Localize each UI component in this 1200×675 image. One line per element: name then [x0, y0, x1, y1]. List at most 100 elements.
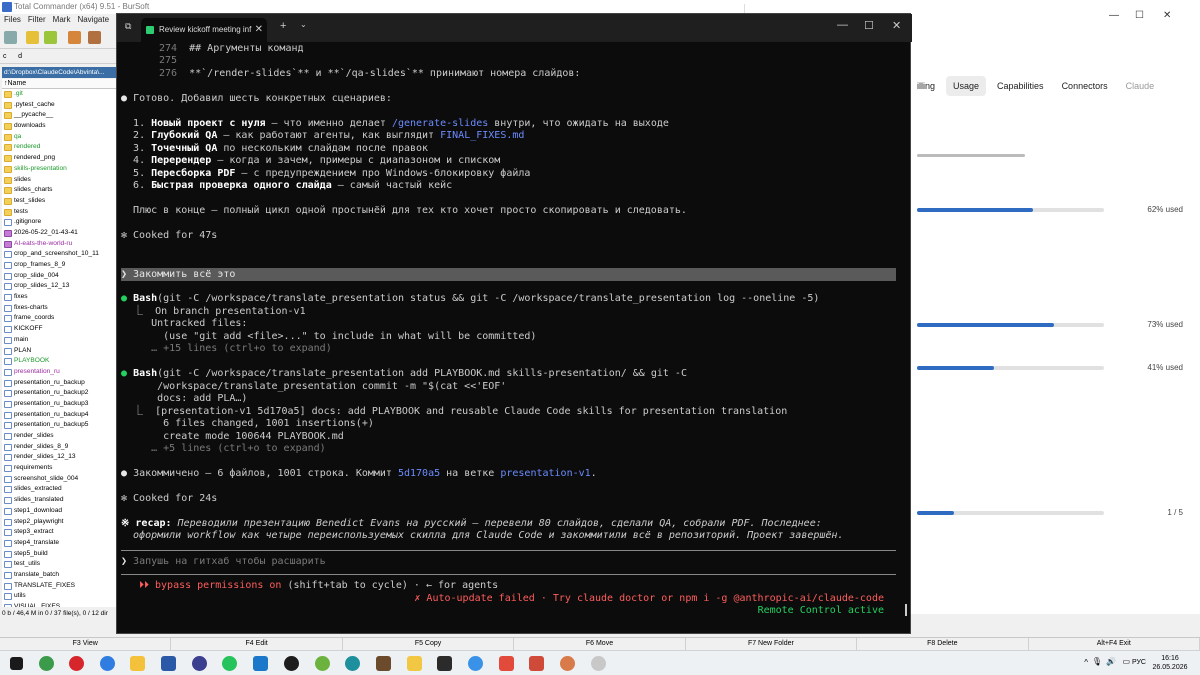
tab-usage[interactable]: Usage [946, 76, 987, 96]
terminal-body[interactable]: 274 ## Аргументы команд 275 276 **`/rend… [117, 42, 912, 635]
file-list-item[interactable]: step3_extract [2, 527, 118, 538]
app-icon-green[interactable] [315, 656, 330, 671]
windows-start-icon[interactable] [10, 657, 23, 670]
tab-billing[interactable]: illing [910, 76, 942, 96]
file-explorer-icon[interactable] [130, 656, 145, 671]
minimize-icon[interactable]: — [1109, 10, 1119, 21]
file-list-item[interactable]: KICKOFF [2, 324, 118, 335]
terminal-tab[interactable]: Review kickoff meeting inf ✕ [141, 18, 267, 42]
file-list-item[interactable]: .git [2, 89, 118, 100]
file-list-item[interactable]: slides [2, 175, 118, 186]
file-list-item[interactable]: downloads [2, 121, 118, 132]
app-icon-brown[interactable] [376, 656, 391, 671]
file-list-item[interactable]: step4_translate [2, 538, 118, 549]
terminal-taskbar-icon[interactable] [437, 656, 452, 671]
refresh-icon[interactable] [4, 31, 17, 44]
file-list-item[interactable]: VISUAL_FIXES [2, 602, 118, 607]
tc-menu-mark[interactable]: Mark [53, 15, 71, 24]
file-list-item[interactable]: fixes [2, 292, 118, 303]
f4-edit-button[interactable]: F4 Edit [171, 638, 343, 650]
tc-menu-navigate[interactable]: Navigate [77, 15, 109, 24]
microphone-icon[interactable]: 🎙 [1092, 657, 1102, 666]
app-icon-teal[interactable] [345, 656, 360, 671]
maximize-icon[interactable]: ☐ [1135, 10, 1144, 21]
tc-current-path[interactable]: d:\Dropbox\ClaudeCode\Abvinta\... [2, 67, 118, 78]
file-list-item[interactable]: .pytest_cache [2, 100, 118, 111]
tab-close-icon[interactable]: ✕ [255, 18, 263, 42]
file-list-item[interactable]: TRANSLATE_FIXES [2, 581, 118, 592]
f5-copy-button[interactable]: F5 Copy [343, 638, 515, 650]
f6-move-button[interactable]: F6 Move [514, 638, 686, 650]
file-list-item[interactable]: 2026-05-22_01-43-41 [2, 228, 118, 239]
store-icon[interactable] [253, 656, 268, 671]
file-list-item[interactable]: PLAN [2, 346, 118, 357]
todo-icon[interactable] [192, 656, 207, 671]
f7-new-folder-button[interactable]: F7 New Folder [686, 638, 858, 650]
close-icon[interactable]: ✕ [1163, 10, 1171, 21]
file-list-item[interactable]: frame_coords [2, 313, 118, 324]
gmail-icon[interactable] [529, 656, 544, 671]
messenger-icon[interactable] [468, 656, 483, 671]
tray-chevron-icon[interactable]: ^ [1084, 658, 1088, 667]
file-list-item[interactable]: fixes-charts [2, 303, 118, 314]
chrome-icon[interactable] [39, 656, 54, 671]
file-list-item[interactable]: presentation_ru_backup5 [2, 420, 118, 431]
whatsapp-icon[interactable] [222, 656, 237, 671]
terminal-menu-icon[interactable]: ⧉ [125, 21, 131, 32]
claude-icon[interactable] [560, 656, 575, 671]
app-icon-red[interactable] [499, 656, 514, 671]
bash-output-2-expand[interactable]: … +5 lines (ctrl+o to expand) [121, 443, 326, 455]
pack-icon[interactable] [68, 31, 81, 44]
speaker-icon[interactable]: 🔊 [1106, 657, 1116, 666]
terminal-scrollbar[interactable] [905, 604, 907, 616]
taskbar-clock[interactable]: 16:16 26.05.2026 [1150, 654, 1190, 672]
terminal-maximize-icon[interactable]: ☐ [864, 19, 874, 32]
tc-column-name[interactable]: ↑Name [2, 79, 118, 89]
file-list-item[interactable]: AI-eats-the-world-ru [2, 239, 118, 250]
unpack-icon[interactable] [88, 31, 101, 44]
file-list-item[interactable]: PLAYBOOK [2, 356, 118, 367]
forward-arrow-icon[interactable] [44, 31, 57, 44]
f8-delete-button[interactable]: F8 Delete [857, 638, 1029, 650]
drive-d-button[interactable]: d [18, 53, 22, 60]
tc-menu-filter[interactable]: Filter [28, 15, 46, 24]
file-list-item[interactable]: rendered [2, 142, 118, 153]
file-list-item[interactable]: render_slides [2, 431, 118, 442]
file-list-item[interactable]: presentation_ru_backup2 [2, 388, 118, 399]
file-list-item[interactable]: skills-presentation [2, 164, 118, 175]
file-list-item[interactable]: render_slides_12_13 [2, 452, 118, 463]
file-list-item[interactable]: slides_charts [2, 185, 118, 196]
tc-menu-files[interactable]: Files [4, 15, 21, 24]
terminal-close-icon[interactable]: ✕ [892, 19, 901, 32]
file-list-item[interactable]: presentation_ru_backup4 [2, 410, 118, 421]
app-icon-dark[interactable] [284, 656, 299, 671]
file-list-item[interactable]: qa [2, 132, 118, 143]
file-list-item[interactable]: utils [2, 591, 118, 602]
file-list-item[interactable]: presentation_ru [2, 367, 118, 378]
file-list-item[interactable]: step1_download [2, 506, 118, 517]
bash-output-1-expand[interactable]: … +15 lines (ctrl+o to expand) [121, 343, 332, 355]
app-icon-grey[interactable] [591, 656, 606, 671]
file-list-item[interactable]: step2_playwright [2, 517, 118, 528]
file-list-item[interactable]: crop_slide_004 [2, 271, 118, 282]
chat-input[interactable]: ❯ Запушь на гитхаб чтобы расшарить [121, 556, 326, 568]
file-list-item[interactable]: slides_extracted [2, 484, 118, 495]
tab-connectors[interactable]: Connectors [1055, 76, 1115, 96]
file-list-item[interactable]: .gitignore [2, 217, 118, 228]
f3-view-button[interactable]: F3 View [0, 638, 172, 650]
file-list-item[interactable]: crop_frames_8_9 [2, 260, 118, 271]
file-list-item[interactable]: step5_build [2, 549, 118, 560]
tab-claude-code[interactable]: Claude [1119, 76, 1162, 96]
file-list-item[interactable]: main [2, 335, 118, 346]
terminal-minimize-icon[interactable]: — [837, 19, 848, 31]
file-list-item[interactable]: presentation_ru_backup3 [2, 399, 118, 410]
yandex-browser-icon[interactable] [69, 656, 84, 671]
file-list-item[interactable]: slides_translated [2, 495, 118, 506]
file-list-item[interactable]: test_slides [2, 196, 118, 207]
file-list-item[interactable]: __pycache__ [2, 110, 118, 121]
exit-button[interactable]: Alt+F4 Exit [1029, 638, 1200, 650]
back-arrow-icon[interactable] [26, 31, 39, 44]
edge-icon[interactable] [100, 656, 115, 671]
file-list-item[interactable]: presentation_ru_backup [2, 378, 118, 389]
network-icon[interactable]: ▭ [1122, 657, 1130, 666]
